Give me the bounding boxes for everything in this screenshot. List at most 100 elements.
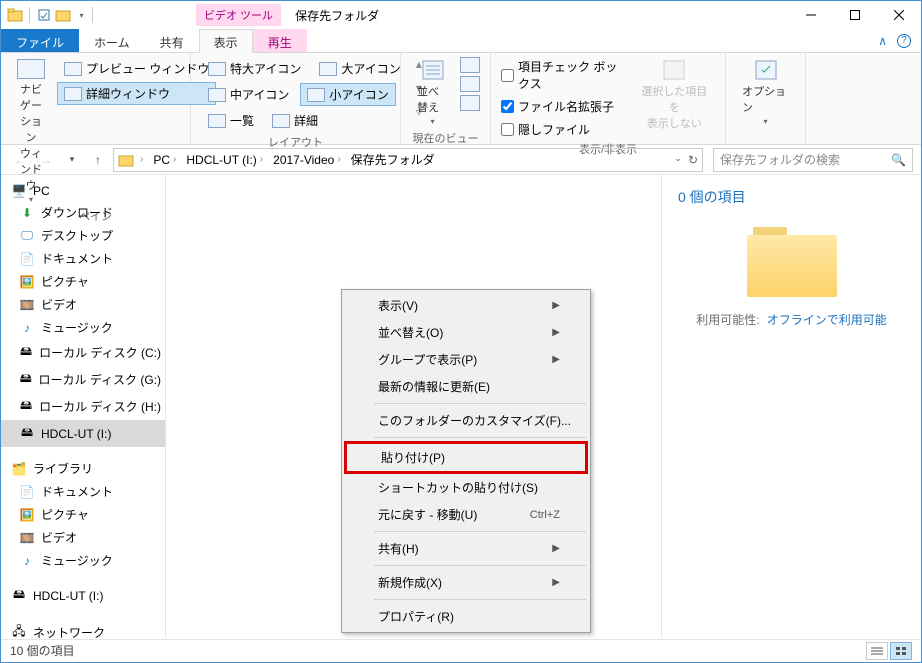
layout-large[interactable]: 大アイコン — [312, 57, 407, 80]
pictures-icon: 🖼️ — [19, 508, 35, 522]
submenu-arrow-icon: ▶ — [552, 300, 560, 311]
tree-documents[interactable]: 📄ドキュメント — [1, 247, 165, 270]
status-bar: 10 個の項目 — [2, 639, 920, 661]
tree-lib-pics-label: ピクチャ — [41, 506, 89, 523]
title-bar: ビデオ ツール 保存先フォルダ — [1, 1, 921, 29]
details-pane-icon — [64, 87, 82, 101]
pictures-icon: 🖼️ — [19, 275, 35, 289]
tree-lib-video[interactable]: 🎞️ビデオ — [1, 526, 165, 549]
view-details-button[interactable] — [866, 642, 888, 660]
layout-extra-large-label: 特大アイコン — [230, 60, 301, 77]
options-button[interactable]: オプション ▾ — [736, 57, 795, 128]
tree-lib-docs[interactable]: 📄 ドキュメント — [1, 480, 165, 503]
search-box[interactable]: 保存先フォルダの検索 🔍 — [713, 148, 913, 172]
folder-icon — [118, 152, 134, 168]
tree-lib-docs-label: ドキュメント — [41, 483, 113, 500]
qat-dropdown-icon[interactable] — [74, 7, 86, 23]
sort-button[interactable]: 並べ替え ▾ — [411, 57, 454, 128]
help-icon[interactable]: ? — [897, 34, 911, 48]
tab-view[interactable]: 表示 — [199, 29, 253, 53]
address-dropdown-icon[interactable]: ⌄ — [674, 153, 682, 167]
nav-up-button[interactable]: ↑ — [87, 149, 109, 171]
tree-desktop[interactable]: 🖵デスクトップ — [1, 224, 165, 247]
submenu-arrow-icon: ▶ — [552, 354, 560, 365]
ctx-customize[interactable]: このフォルダーのカスタマイズ(F)... — [344, 407, 588, 434]
context-menu: 表示(V)▶ 並べ替え(O)▶ グループで表示(P)▶ 最新の情報に更新(E) … — [341, 289, 591, 633]
ctx-group-label: グループで表示(P) — [378, 351, 477, 368]
ctx-paste-shortcut[interactable]: ショートカットの貼り付け(S) — [344, 474, 588, 501]
videos-icon: 🎞️ — [19, 531, 35, 545]
ctx-paste[interactable]: 貼り付け(P) — [344, 441, 588, 474]
fit-columns-icon[interactable] — [460, 95, 480, 111]
layout-extra-large[interactable]: 特大アイコン — [201, 57, 308, 80]
maximize-button[interactable] — [833, 1, 877, 29]
ctx-share[interactable]: 共有(H)▶ — [344, 535, 588, 562]
nav-back-button[interactable]: ← — [9, 149, 31, 171]
crumb-pc[interactable]: PC› — [149, 151, 180, 169]
tree-network[interactable]: 🖧ネットワーク — [1, 619, 165, 638]
tree-hdcl[interactable]: 🖴HDCL-UT (I:) — [1, 420, 165, 447]
tab-home[interactable]: ホーム — [79, 29, 145, 52]
ctx-separator — [374, 565, 586, 566]
layout-details[interactable]: 詳細 — [265, 109, 325, 132]
tree-libraries[interactable]: 🗂️ライブラリ — [1, 457, 165, 480]
documents-icon: 📄 — [19, 252, 35, 266]
layout-large-label: 大アイコン — [341, 60, 400, 77]
minimize-button[interactable] — [789, 1, 833, 29]
collapse-ribbon-icon[interactable]: ∧ — [878, 34, 887, 48]
view-icons-button[interactable] — [890, 642, 912, 660]
nav-pane-icon — [17, 59, 45, 79]
crumb-drive[interactable]: HDCL-UT (I:)› — [182, 151, 267, 169]
nav-forward-button[interactable]: → — [35, 149, 57, 171]
ctx-undo[interactable]: 元に戻す - 移動(U)Ctrl+Z — [344, 501, 588, 528]
tree-lib-music[interactable]: ♪ミュージック — [1, 549, 165, 572]
tree-hdcl2-label: HDCL-UT (I:) — [33, 589, 103, 603]
tree-hdcl2[interactable]: 🖴HDCL-UT (I:) — [1, 582, 165, 609]
tree-disk-g[interactable]: 🖴ローカル ディスク (G:) — [1, 366, 165, 393]
crumb-folder2[interactable]: 保存先フォルダ — [347, 149, 439, 170]
breadcrumb[interactable]: › PC› HDCL-UT (I:)› 2017-Video› 保存先フォルダ … — [113, 148, 703, 172]
tree-pictures[interactable]: 🖼️ピクチャ — [1, 270, 165, 293]
crumb-folder1-label: 2017-Video — [273, 153, 334, 167]
close-button[interactable] — [877, 1, 921, 29]
layout-medium[interactable]: 中アイコン — [201, 83, 296, 106]
tab-file[interactable]: ファイル — [1, 29, 79, 52]
qat-properties-icon[interactable] — [36, 7, 52, 23]
tree-downloads[interactable]: ⬇ ダウンロード — [1, 201, 165, 224]
disk-icon: 🖴 — [19, 396, 33, 417]
tree-downloads-label: ダウンロード — [41, 204, 113, 221]
downloads-icon: ⬇ — [19, 206, 35, 220]
tree-disk-c[interactable]: 🖴ローカル ディスク (C:) — [1, 339, 165, 366]
ctx-group[interactable]: グループで表示(P) ▶ — [344, 346, 588, 373]
layout-list[interactable]: 一覧 — [201, 109, 261, 132]
file-extensions-toggle[interactable]: ファイル名拡張子 — [501, 97, 627, 116]
size-columns-icon[interactable] — [460, 76, 480, 92]
ctx-new-label: 新規作成(X) — [378, 574, 442, 591]
ctx-view[interactable]: 表示(V)▶ — [344, 292, 588, 319]
ctx-sort[interactable]: 並べ替え(O)▶ — [344, 319, 588, 346]
tree-network-label: ネットワーク — [33, 624, 105, 638]
tab-play[interactable]: 再生 — [253, 29, 307, 52]
folder-small-icon[interactable] — [55, 7, 71, 23]
tree-lib-pics[interactable]: 🖼️ ピクチャ — [1, 503, 165, 526]
item-checkboxes-toggle[interactable]: 項目チェック ボックス — [501, 57, 627, 93]
ctx-properties[interactable]: プロパティ(R) — [344, 603, 588, 630]
ctx-new[interactable]: 新規作成(X)▶ — [344, 569, 588, 596]
tab-share[interactable]: 共有 — [145, 29, 199, 52]
documents-icon: 📄 — [19, 485, 35, 499]
tree-disk-h[interactable]: 🖴ローカル ディスク (H:) — [1, 393, 165, 420]
tree-music[interactable]: ♪ミュージック — [1, 316, 165, 339]
crumb-folder1[interactable]: 2017-Video› — [269, 151, 345, 169]
ctx-paste-label: 貼り付け(P) — [381, 449, 445, 466]
layout-small[interactable]: 小アイコン — [300, 83, 395, 106]
tree-videos[interactable]: 🎞️ビデオ — [1, 293, 165, 316]
ctx-paste-shortcut-label: ショートカットの貼り付け(S) — [378, 479, 538, 496]
add-column-icon[interactable] — [460, 57, 480, 73]
availability-key: 利用可能性: — [696, 313, 759, 327]
tree-pc[interactable]: 🖥️PC — [1, 181, 165, 201]
ctx-refresh[interactable]: 最新の情報に更新(E) — [344, 373, 588, 400]
hidden-items-toggle[interactable]: 隠しファイル — [501, 120, 627, 139]
refresh-icon[interactable]: ↻ — [688, 153, 698, 167]
navigation-tree[interactable]: 🖥️PC ⬇ ダウンロード 🖵デスクトップ 📄 ドキュメント 🖼️ ピクチャ 🎞️ビデ… — [1, 175, 166, 638]
nav-recent-dropdown[interactable]: ▾ — [61, 149, 83, 171]
